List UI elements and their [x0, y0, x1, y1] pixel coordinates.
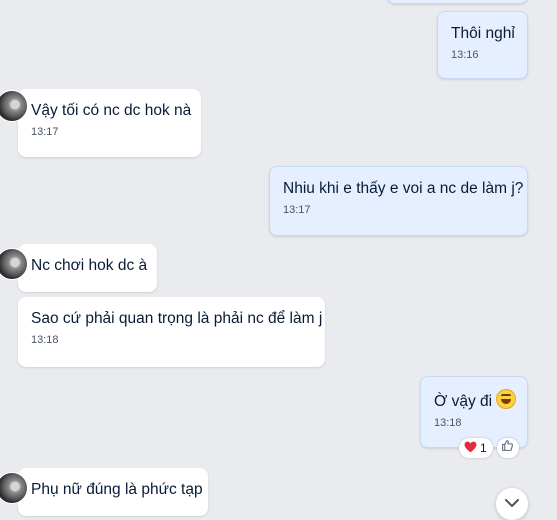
- avatar[interactable]: [0, 472, 28, 504]
- heart-icon: [464, 441, 477, 456]
- laughing-face-icon: [496, 389, 517, 409]
- message-bubble-incoming[interactable]: Vậy tối có nc dc hok nà 13:17: [0, 89, 201, 157]
- message-bubble-partial[interactable]: [387, 0, 528, 4]
- heart-count: 1: [480, 441, 487, 455]
- message-text: Vậy tối có nc dc hok nà: [31, 102, 192, 119]
- reaction-bar: 1: [459, 438, 519, 458]
- message-bubble-outgoing[interactable]: Nhiu khi e thấy e voi a nc de làm j? 13:…: [269, 166, 528, 236]
- message-time: 13:17: [31, 126, 59, 138]
- message-text: Sao cứ phải quan trọng là phải nc để làm…: [31, 310, 323, 327]
- avatar[interactable]: [0, 248, 28, 280]
- chevron-down-icon: [504, 495, 520, 513]
- heart-reaction[interactable]: 1: [459, 438, 493, 458]
- message-text: Nhiu khi e thấy e voi a nc de làm j?: [283, 180, 524, 197]
- message-text: Thôi nghỉ: [451, 25, 515, 42]
- like-button[interactable]: [496, 438, 519, 458]
- message-bubble-incoming[interactable]: Nc chơi hok dc à: [0, 244, 157, 292]
- message-text: Ờ vậy đi: [434, 389, 517, 412]
- message-text: Nc chơi hok dc à: [31, 257, 148, 274]
- message-bubble-incoming[interactable]: Phụ nữ đúng là phức tạp: [0, 468, 208, 516]
- scroll-to-bottom-button[interactable]: [496, 488, 528, 520]
- like-icon: [501, 439, 514, 457]
- message-time: 13:16: [451, 49, 479, 61]
- message-text: Phụ nữ đúng là phức tạp: [31, 481, 203, 498]
- message-bubble-outgoing[interactable]: Thôi nghỉ 13:16: [437, 11, 528, 79]
- message-bubble-incoming[interactable]: Sao cứ phải quan trọng là phải nc để làm…: [18, 297, 325, 367]
- message-time: 13:17: [283, 204, 311, 216]
- message-time: 13:18: [31, 334, 59, 346]
- avatar[interactable]: [0, 90, 28, 122]
- message-time: 13:18: [434, 417, 462, 429]
